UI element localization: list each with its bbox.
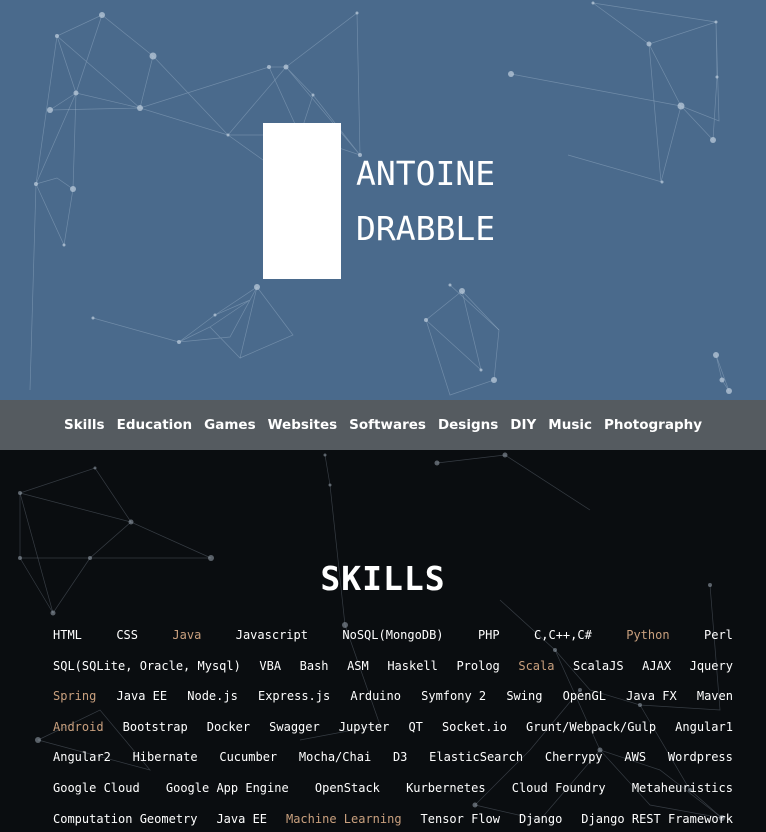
skill-item: C,C++,C# <box>534 628 592 642</box>
skill-item: Google Cloud <box>53 780 140 795</box>
skills-row: Android Bootstrap Docker Swagger Jupyter QT So… <box>53 719 733 750</box>
skill-item: Docker <box>206 719 251 734</box>
skill-item: ASM <box>347 658 369 673</box>
skill-item: Bash <box>299 658 329 673</box>
skill-item: AJAX <box>642 658 672 673</box>
hero-network-background <box>29 1 732 396</box>
skill-item: Google App Engine <box>165 780 289 795</box>
skill-item: Perl <box>704 628 733 642</box>
skill-item: ElasticSearch <box>429 750 524 765</box>
skill-item: Swagger <box>269 719 320 734</box>
hero-header: ANTOINE DRABBLE <box>0 0 766 400</box>
skill-item: OpenGL <box>562 689 606 704</box>
skill-item: Symfony 2 <box>421 689 487 704</box>
skill-item: Angular1 <box>675 719 733 734</box>
skills-title: SKILLS <box>320 559 446 599</box>
skill-item: Hibernate <box>132 750 198 765</box>
skill-item: Django <box>518 811 563 826</box>
main-navbar: Skills Education Games Websites Software… <box>0 400 766 450</box>
skill-item: Java EE <box>116 689 168 704</box>
skill-item: OpenStack <box>314 780 380 795</box>
skill-item: VBA <box>259 658 282 673</box>
skill-item: Jquery <box>689 658 733 673</box>
skill-item: Django REST Framework <box>581 811 733 826</box>
skill-item: Kurbernetes <box>406 780 486 795</box>
nav-item-music[interactable]: Music <box>542 417 598 433</box>
skills-list: HTML CSS Java Javascript NoSQL(MongoDB) PHP C,… <box>53 627 733 832</box>
skill-item: Cherrypy <box>544 750 603 765</box>
skill-item: QT <box>408 719 423 734</box>
nav-item-photography[interactable]: Photography <box>598 417 708 433</box>
skill-item: Java EE <box>216 811 268 826</box>
skill-item: Node.js <box>187 689 238 704</box>
skills-row: SQL(SQLite, Oracle, Mysql) VBA Bash ASM Hask… <box>53 658 733 689</box>
skill-item: Scala <box>518 658 555 673</box>
skill-item: Cloud Foundry <box>511 780 606 795</box>
skill-item: Express.js <box>257 689 331 704</box>
skills-row: Spring Java EE Node.js Express.js Arduino Sym… <box>53 688 733 719</box>
skill-item: AWS <box>624 750 647 765</box>
page: ANTOINE DRABBLE Skills Education Games W… <box>0 0 766 832</box>
skill-item: CSS <box>116 628 138 642</box>
name-first: ANTOINE <box>356 154 496 193</box>
skill-item: Swing <box>506 689 543 704</box>
skill-item: Arduino <box>350 689 401 704</box>
skill-item: NoSQL(MongoDB) <box>342 628 444 642</box>
skills-row: Computation Geometry Java EE Machine Learn… <box>53 811 733 832</box>
skill-item: Wordpress <box>667 750 733 765</box>
logo-block <box>263 123 341 279</box>
skills-row: HTML CSS Java Javascript NoSQL(MongoDB) PHP C,… <box>53 627 733 658</box>
skill-item: HTML <box>53 628 82 642</box>
skill-item: Javascript <box>235 628 308 642</box>
skill-item: Java FX <box>626 689 677 704</box>
skill-item: Haskell <box>387 658 438 673</box>
nav-item-websites[interactable]: Websites <box>262 417 344 433</box>
skill-item: Metaheuristics <box>631 780 733 795</box>
skills-row: Google Cloud Google App Engine OpenStack Ku… <box>53 780 733 811</box>
name-last: DRABBLE <box>356 209 496 248</box>
skill-item: Computation Geometry <box>53 811 198 826</box>
nav-item-skills[interactable]: Skills <box>58 417 111 433</box>
skill-item: Tensor Flow <box>420 811 501 826</box>
skill-item: Jupyter <box>338 719 390 734</box>
skill-item: PHP <box>477 628 500 642</box>
skill-item: Bootstrap <box>122 719 188 734</box>
skill-item: Socket.io <box>441 719 507 734</box>
skill-item: Maven <box>696 689 733 704</box>
skill-item: Cucumber <box>219 750 278 765</box>
skill-item: D3 <box>392 750 408 765</box>
skills-section: SKILLS HTML CSS Java Javascript NoSQL(MongoD… <box>0 450 766 832</box>
skill-item: Prolog <box>456 658 500 673</box>
skill-item: Android <box>53 719 104 734</box>
skill-item: Spring <box>53 689 97 704</box>
nav-item-games[interactable]: Games <box>198 417 261 433</box>
skill-item: Grunt/Webpack/Gulp <box>526 719 657 734</box>
skill-item: Python <box>626 628 670 642</box>
skill-item: Machine Learning <box>285 811 402 826</box>
skills-row: Angular2 Hibernate Cucumber Mocha/Chai D3 Ela… <box>53 749 733 780</box>
nav-item-designs[interactable]: Designs <box>432 417 504 433</box>
skill-item: Java <box>172 628 202 642</box>
nav-item-education[interactable]: Education <box>111 417 199 433</box>
skill-item: Mocha/Chai <box>298 750 372 765</box>
skill-item: ScalaJS <box>573 658 624 673</box>
nav-item-softwares[interactable]: Softwares <box>343 417 432 433</box>
nav-item-diy[interactable]: DIY <box>504 417 542 433</box>
skill-item: Angular2 <box>53 750 111 765</box>
skill-item: SQL(SQLite, Oracle, Mysql) <box>53 658 241 673</box>
